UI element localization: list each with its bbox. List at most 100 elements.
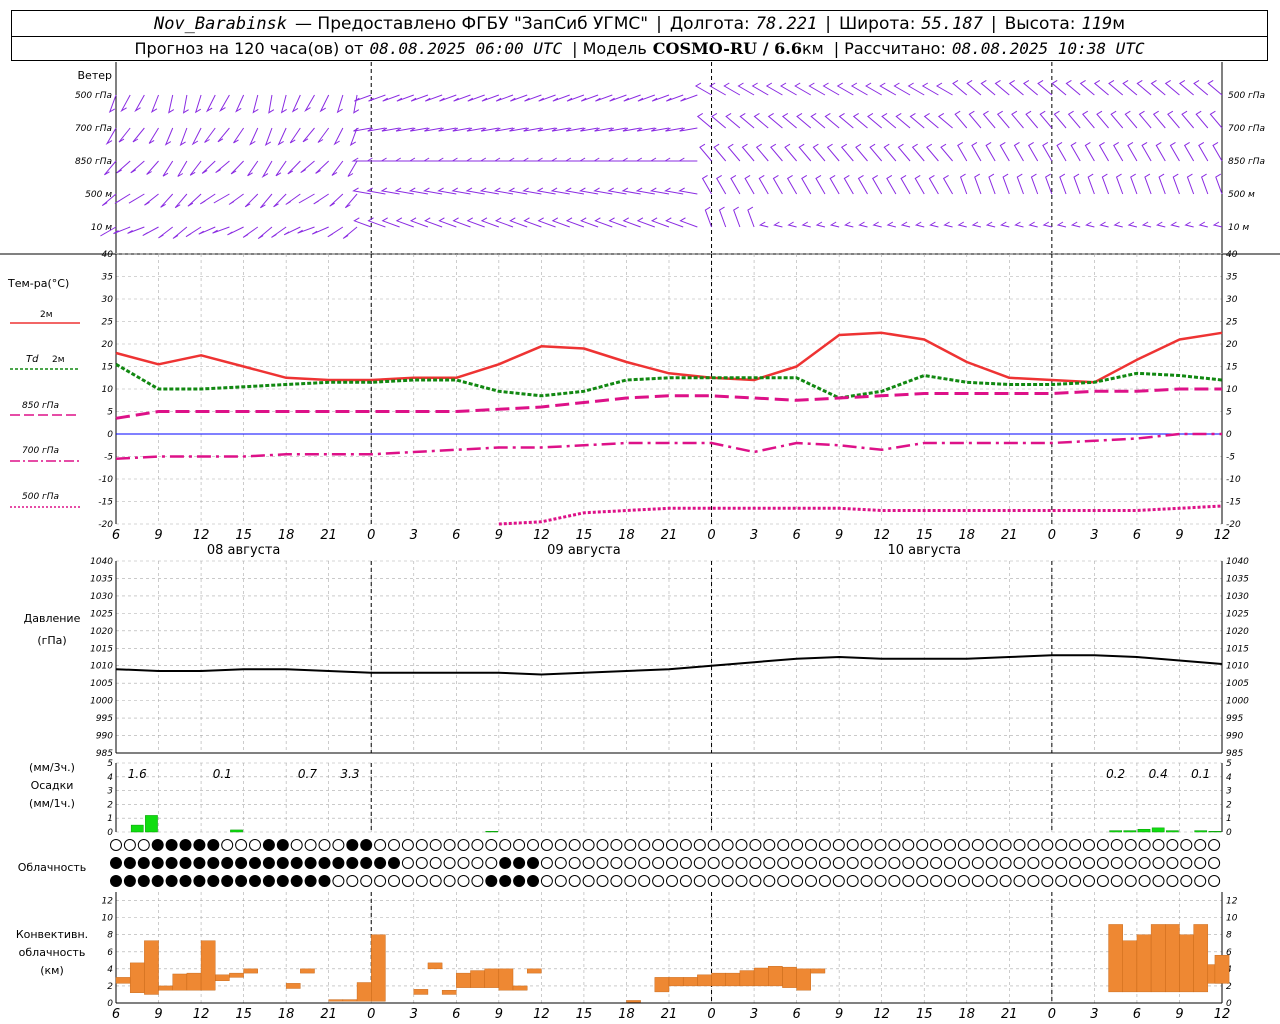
conv-bar xyxy=(470,970,485,988)
wind-barb xyxy=(551,217,570,228)
conv-bar xyxy=(626,1000,641,1003)
wind-barb xyxy=(680,94,698,102)
cloud-symbol xyxy=(276,839,289,851)
cloud-symbol xyxy=(1096,857,1109,869)
cloud-symbol xyxy=(666,839,678,851)
cloud-symbol xyxy=(540,857,553,869)
cloud-symbol xyxy=(415,875,428,887)
wind-level-left: 500 м xyxy=(85,190,112,200)
wind-barb xyxy=(609,94,627,102)
conv-tick-left: 10 xyxy=(102,914,114,924)
cloud-symbol xyxy=(666,857,678,869)
conv-hour-label: 18 xyxy=(278,1007,295,1022)
cloud-symbol xyxy=(888,875,901,887)
wind-barb xyxy=(1053,110,1067,129)
precip-bar xyxy=(1151,827,1165,833)
wind-barb xyxy=(858,221,868,228)
cloud-symbol xyxy=(971,875,984,887)
conv-hour-label: 0 xyxy=(367,1007,375,1022)
cloud-symbol xyxy=(749,839,762,851)
cloud-symbol xyxy=(1027,857,1040,869)
conv-bar xyxy=(328,999,344,1002)
wind-barb xyxy=(826,143,840,162)
wind-barb xyxy=(727,143,741,162)
conv-bar xyxy=(300,968,315,974)
cloud-symbol xyxy=(1027,839,1040,851)
cloud-symbol xyxy=(318,857,331,869)
conv-hour-label: 6 xyxy=(792,1007,800,1022)
cloud-symbol xyxy=(207,875,220,887)
wind-barb xyxy=(160,193,174,208)
conv-bar xyxy=(186,972,202,991)
conv-bar xyxy=(115,977,131,984)
wind-barb xyxy=(850,82,868,96)
cloud-symbol xyxy=(249,839,261,851)
wind-barb xyxy=(701,174,712,195)
temp-tick-right: 20 xyxy=(1226,340,1238,350)
pres-tick-left: 985 xyxy=(96,749,113,759)
cloud-symbol xyxy=(568,839,581,851)
cloud-symbol xyxy=(818,857,831,869)
pres-tick-right: 1010 xyxy=(1226,662,1249,672)
wind-barb xyxy=(747,206,755,228)
wind-barb xyxy=(244,193,259,208)
cloud-symbol xyxy=(1208,839,1221,851)
conv-hour-label: 3 xyxy=(1090,1007,1098,1022)
cloud-symbol xyxy=(679,857,692,869)
wind-barb xyxy=(737,82,755,96)
wind-barb xyxy=(1164,79,1180,96)
wind-barb xyxy=(467,94,485,102)
date-label: 09 августа xyxy=(547,543,621,558)
wind-barb xyxy=(174,193,188,209)
wind-barb xyxy=(755,143,769,162)
conv-hour-label: 21 xyxy=(1001,1007,1018,1022)
wind-barb xyxy=(116,160,131,174)
cloud-symbol xyxy=(652,839,665,851)
wind-barb xyxy=(651,94,670,102)
wind-barb xyxy=(808,82,826,96)
conv-bar xyxy=(768,966,783,987)
wind-barb xyxy=(773,221,783,228)
wind-barb xyxy=(1113,221,1123,228)
cloud-symbol xyxy=(193,875,206,887)
wind-barb xyxy=(1141,221,1152,228)
wind-barb xyxy=(943,221,953,228)
wind-barb xyxy=(1042,221,1052,228)
wind-barb xyxy=(194,94,202,114)
wind-barb xyxy=(410,94,429,102)
legend-precip-unit3: (мм/3ч.) xyxy=(29,761,75,774)
conv-bar xyxy=(158,985,173,991)
cloud-symbol xyxy=(721,857,734,869)
cloud-symbol xyxy=(944,839,956,851)
temp-hour-label: 6 xyxy=(112,528,120,543)
cloud-symbol xyxy=(1152,839,1165,851)
cloud-symbol xyxy=(888,839,901,851)
wind-barb xyxy=(1141,141,1152,162)
wind-barb xyxy=(767,112,783,129)
wind-barb xyxy=(974,173,982,195)
pres-tick-right: 985 xyxy=(1226,749,1243,759)
wind-barb xyxy=(247,160,259,177)
wind-barb xyxy=(815,174,826,195)
precip-total-label: 0.1 xyxy=(213,767,232,781)
cloud-symbol xyxy=(1069,839,1082,851)
cloud-symbol xyxy=(707,875,720,887)
cloud-symbol xyxy=(805,875,817,887)
wind-barb xyxy=(164,127,174,146)
wind-barb xyxy=(957,221,967,228)
precip-total-label: 0.4 xyxy=(1149,767,1168,781)
cloud-symbol xyxy=(916,875,929,887)
temp-hour-label: 21 xyxy=(661,528,678,543)
wind-barb xyxy=(179,127,188,147)
wind-barb xyxy=(566,94,585,102)
wind-barb xyxy=(1115,173,1124,195)
wind-barb xyxy=(1184,221,1194,228)
conv-tick-left: 12 xyxy=(102,897,114,907)
conv-hour-label: 21 xyxy=(320,1007,337,1022)
cloud-symbol xyxy=(346,839,359,851)
wind-level-right: 500 м xyxy=(1228,190,1255,200)
wind-barb xyxy=(172,226,188,239)
cloud-symbol xyxy=(999,839,1012,851)
cloud-symbol xyxy=(499,839,512,851)
conv-bar xyxy=(129,962,145,993)
